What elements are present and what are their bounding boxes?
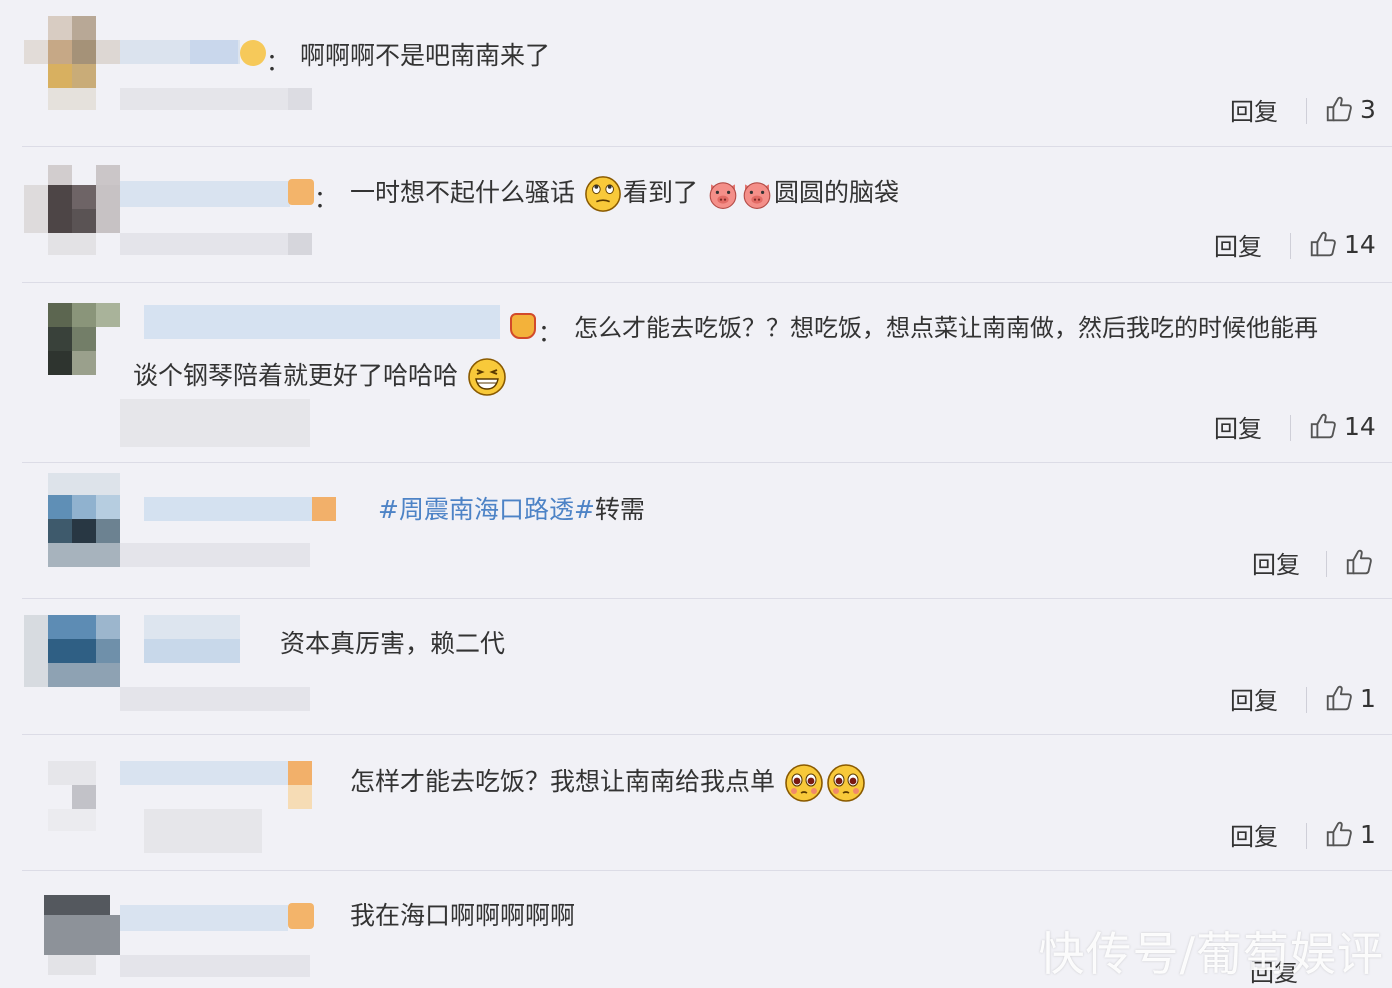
vip-badge-icon	[240, 40, 266, 66]
colon: ：	[538, 319, 562, 347]
thumbs-up-icon	[1308, 229, 1338, 259]
comment-text: 怎样才能去吃饭？我想让南南给我点单	[350, 763, 867, 803]
eye-roll-emoji-icon	[585, 176, 621, 212]
colon: ：	[314, 185, 338, 213]
divider-vertical	[1326, 551, 1327, 577]
like-count: 1	[1360, 819, 1376, 849]
vip-crown-icon	[510, 313, 536, 339]
comment-text-line2: 谈个钢琴陪着就更好了哈哈哈	[133, 357, 508, 397]
divider-vertical	[1306, 823, 1307, 849]
colon: ：	[266, 48, 290, 76]
reply-button[interactable]: 回复	[1214, 409, 1262, 444]
divider-vertical	[1290, 233, 1291, 259]
vip-badge-icon	[288, 761, 312, 809]
comment-text: 资本真厉害，赖二代	[280, 629, 506, 658]
pig-face-emoji-icon	[709, 182, 737, 209]
divider-vertical	[1306, 687, 1307, 713]
comment-text: 谈个钢琴陪着就更好了哈哈哈	[133, 361, 459, 390]
like-button[interactable]: 14	[1308, 229, 1376, 259]
like-count: 3	[1360, 94, 1376, 124]
comment-text: #周震南海口路透#转需	[378, 493, 645, 527]
pleading-emoji-icon	[785, 764, 823, 802]
like-button[interactable]: 3	[1324, 94, 1376, 124]
vip-badge-icon	[312, 497, 336, 521]
divider-vertical	[1306, 98, 1307, 124]
reply-button[interactable]: 回复	[1230, 92, 1278, 127]
thumbs-up-icon	[1324, 683, 1354, 713]
reply-button[interactable]: 回复	[1214, 227, 1262, 262]
like-button[interactable]: 14	[1308, 411, 1376, 441]
comment-text-part: 一时想不起什么骚话	[350, 178, 576, 207]
comment-item: 资本真厉害，赖二代 回复 1	[0, 599, 1392, 735]
thumbs-up-icon	[1344, 547, 1374, 577]
comment-text-line1: 怎么才能去吃饭？？想吃饭，想点菜让南南做，然后我吃的时候他能再	[574, 314, 1318, 342]
divider-vertical	[1290, 415, 1291, 441]
comment-item: 怎样才能去吃饭？我想让南南给我点单 回复 1	[0, 735, 1392, 871]
thumbs-up-icon	[1308, 411, 1338, 441]
comment-item: ： 啊啊啊不是吧南南来了 回复 3	[0, 0, 1392, 147]
pleading-emoji-icon	[827, 764, 865, 802]
comment-text: 转需	[594, 495, 645, 524]
comment-item: #周震南海口路透#转需 回复	[0, 463, 1392, 599]
comment-text: 怎样才能去吃饭？我想让南南给我点单	[350, 767, 776, 796]
vip-badge-icon	[288, 903, 314, 929]
reply-button[interactable]: 回复	[1230, 817, 1278, 852]
vip-badge-icon	[288, 179, 314, 205]
comment-text: 一时想不起什么骚话 看到了 圆圆的脑袋	[350, 175, 899, 213]
like-count: 14	[1344, 411, 1376, 441]
like-button[interactable]: 1	[1324, 819, 1376, 849]
like-button[interactable]	[1344, 547, 1380, 577]
comment-text-part: 圆圆的脑袋	[773, 178, 899, 207]
thumbs-up-icon	[1324, 819, 1354, 849]
watermark: 快传号/葡萄娱评	[1038, 927, 1384, 981]
comment-text-part: 看到了	[622, 178, 698, 207]
reply-button[interactable]: 回复	[1252, 545, 1300, 580]
comment-item: ： 怎么才能去吃饭？？想吃饭，想点菜让南南做，然后我吃的时候他能再 谈个钢琴陪着…	[0, 283, 1392, 463]
grin-emoji-icon	[468, 358, 506, 396]
topic-tag-link[interactable]: #周震南海口路透#	[378, 495, 595, 524]
reply-button[interactable]: 回复	[1230, 681, 1278, 716]
comment-text: 啊啊啊不是吧南南来了	[300, 41, 551, 70]
comment-text: 我在海口啊啊啊啊啊	[350, 901, 576, 930]
like-count: 1	[1360, 683, 1376, 713]
thumbs-up-icon	[1324, 94, 1354, 124]
pig-face-emoji-icon	[743, 182, 771, 209]
like-count: 14	[1344, 229, 1376, 259]
comment-item: ： 一时想不起什么骚话 看到了 圆圆的脑袋 回复 14	[0, 147, 1392, 283]
like-button[interactable]: 1	[1324, 683, 1376, 713]
